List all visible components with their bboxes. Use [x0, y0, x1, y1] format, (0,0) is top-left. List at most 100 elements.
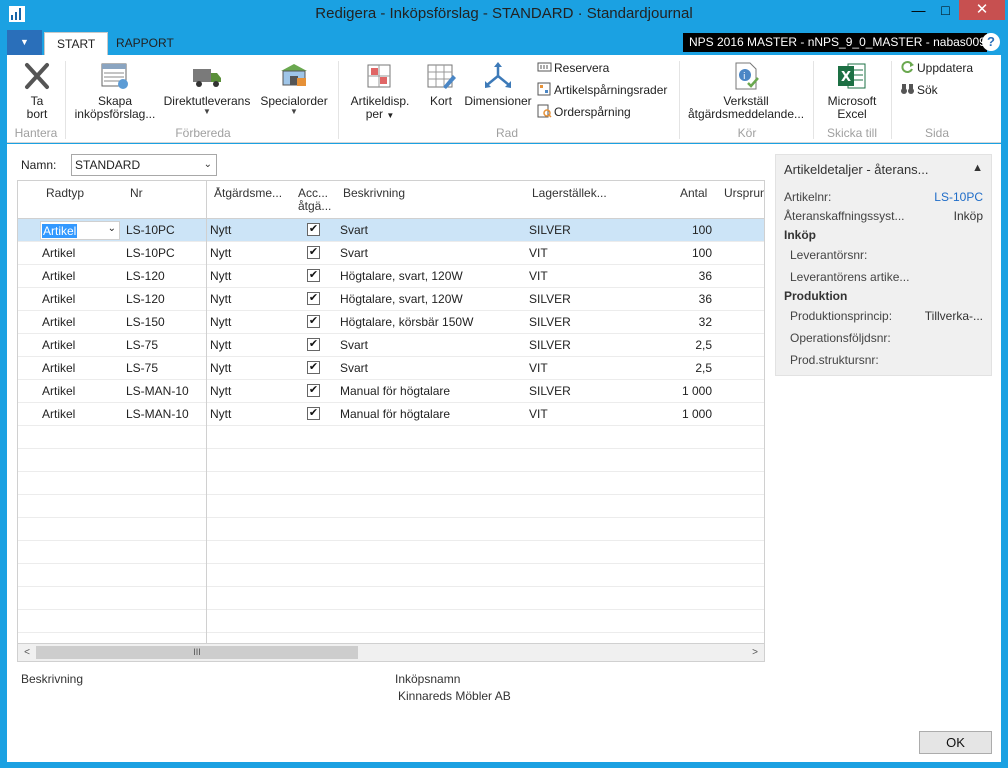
cell-antal[interactable]: 1 000	[658, 384, 712, 398]
cell-action-message[interactable]: Nytt	[210, 407, 231, 421]
cell-beskrivning[interactable]: Manual för högtalare	[340, 384, 450, 398]
cell-action-message[interactable]: Nytt	[210, 338, 231, 352]
accept-checkbox[interactable]: ✔	[307, 292, 320, 305]
cell-radtyp[interactable]: Artikel	[42, 269, 75, 283]
cell-antal[interactable]: 32	[658, 315, 712, 329]
cell-nr[interactable]: LS-120	[126, 292, 165, 306]
table-row[interactable]: Artikel LS-150 Nytt ✔ Högtalare, körsbär 150…	[18, 311, 764, 334]
cell-action-message[interactable]: Nytt	[210, 384, 231, 398]
tab-start[interactable]: START	[44, 32, 109, 55]
cell-action-message[interactable]: Nytt	[210, 292, 231, 306]
maximize-button[interactable]: □	[932, 0, 959, 20]
cell-location[interactable]: VIT	[529, 361, 548, 375]
column-header-location[interactable]: Lagerställek...	[532, 187, 607, 200]
cell-antal[interactable]: 2,5	[658, 361, 712, 375]
cell-action-message[interactable]: Nytt	[210, 246, 231, 260]
cell-radtyp[interactable]: Artikel	[42, 315, 75, 329]
minimize-button[interactable]: —	[905, 0, 932, 20]
line-type-select[interactable]: Artikel ⌄	[40, 221, 120, 240]
cell-location[interactable]: SILVER	[529, 292, 571, 306]
cell-location[interactable]: SILVER	[529, 384, 571, 398]
create-purchase-suggestion-button[interactable]: Skapa inköpsförslag...	[73, 61, 157, 121]
card-button[interactable]: Kort	[421, 61, 461, 108]
table-row[interactable]: Artikel LS-75 Nytt ✔ Svart SILVER 2,5	[18, 334, 764, 357]
cell-nr[interactable]: LS-10PC	[126, 246, 175, 260]
accept-checkbox[interactable]: ✔	[307, 361, 320, 374]
close-button[interactable]: ✕	[959, 0, 1005, 20]
cell-nr[interactable]: LS-75	[126, 361, 158, 375]
cell-antal[interactable]: 36	[658, 269, 712, 283]
cell-nr[interactable]: LS-75	[126, 338, 158, 352]
tab-rapport[interactable]: RAPPORT	[104, 32, 186, 55]
cell-beskrivning[interactable]: Svart	[340, 338, 368, 352]
item-no-link[interactable]: LS-10PC	[934, 190, 983, 204]
column-header-nr[interactable]: Nr	[130, 187, 143, 200]
cell-location[interactable]: VIT	[529, 269, 548, 283]
empty-table-row[interactable]	[18, 449, 764, 472]
cell-location[interactable]: SILVER	[529, 338, 571, 352]
item-tracking-lines-button[interactable]: Artikelspårningsrader	[537, 81, 667, 99]
cell-antal[interactable]: 36	[658, 292, 712, 306]
empty-table-row[interactable]	[18, 518, 764, 541]
empty-table-row[interactable]	[18, 541, 764, 564]
journal-name-select[interactable]: STANDARD ⌄	[71, 154, 217, 176]
find-button[interactable]: Sök	[900, 81, 938, 99]
table-row[interactable]: Artikel LS-MAN-10 Nytt ✔ Manual för högtalar…	[18, 380, 764, 403]
accept-checkbox[interactable]: ✔	[307, 223, 320, 236]
cell-action-message[interactable]: Nytt	[210, 315, 231, 329]
cell-radtyp[interactable]: Artikel	[42, 361, 75, 375]
file-menu-button[interactable]: ▼	[7, 30, 42, 55]
collapse-icon[interactable]: ▲	[972, 162, 983, 174]
cell-antal[interactable]: 100	[658, 246, 712, 260]
cell-beskrivning[interactable]: Svart	[340, 361, 368, 375]
table-row[interactable]: Artikel LS-120 Nytt ✔ Högtalare, svart, 120W…	[18, 265, 764, 288]
cell-location[interactable]: SILVER	[529, 223, 571, 237]
refresh-button[interactable]: Uppdatera	[900, 59, 973, 77]
empty-table-row[interactable]	[18, 610, 764, 633]
reserve-button[interactable]: Reservera	[537, 59, 609, 77]
accept-checkbox[interactable]: ✔	[307, 338, 320, 351]
carry-out-action-message-button[interactable]: i Verkställ åtgärdsmeddelande...	[687, 61, 805, 121]
empty-table-row[interactable]	[18, 426, 764, 449]
horizontal-scrollbar[interactable]: < III >	[18, 643, 764, 661]
empty-table-row[interactable]	[18, 564, 764, 587]
column-header-beskrivning[interactable]: Beskrivning	[343, 187, 405, 200]
column-header-accept[interactable]: Acc... åtgä...	[298, 187, 331, 213]
send-to-excel-button[interactable]: X Microsoft Excel	[821, 61, 883, 121]
item-availability-button[interactable]: Artikeldisp. per ▼	[347, 61, 413, 122]
table-row[interactable]: Artikel LS-120 Nytt ✔ Högtalare, svart, 120W…	[18, 288, 764, 311]
empty-table-row[interactable]	[18, 495, 764, 518]
special-order-button[interactable]: Specialorder ▼	[259, 61, 329, 116]
table-row[interactable]: Artikel LS-75 Nytt ✔ Svart VIT 2,5	[18, 357, 764, 380]
table-row[interactable]: Artikel ⌄ LS-10PC Nytt ✔ Svart SILVER 100	[18, 219, 764, 242]
cell-beskrivning[interactable]: Högtalare, svart, 120W	[340, 269, 463, 283]
cell-radtyp[interactable]: Artikel	[42, 338, 75, 352]
column-header-radtyp[interactable]: Radtyp	[46, 187, 84, 200]
scroll-left-arrow[interactable]: <	[19, 645, 35, 661]
cell-location[interactable]: VIT	[529, 407, 548, 421]
column-header-action-message[interactable]: Åtgärdsme...	[214, 187, 286, 200]
cell-action-message[interactable]: Nytt	[210, 269, 231, 283]
accept-checkbox[interactable]: ✔	[307, 315, 320, 328]
cell-nr[interactable]: LS-MAN-10	[126, 384, 189, 398]
table-row[interactable]: Artikel LS-MAN-10 Nytt ✔ Manual för högtalar…	[18, 403, 764, 426]
cell-antal[interactable]: 1 000	[658, 407, 712, 421]
cell-location[interactable]: VIT	[529, 246, 548, 260]
drop-shipment-button[interactable]: Direktutleverans ▼	[163, 61, 251, 116]
cell-radtyp[interactable]: Artikel	[42, 246, 75, 260]
scrollbar-thumb[interactable]: III	[36, 646, 358, 659]
accept-checkbox[interactable]: ✔	[307, 407, 320, 420]
cell-beskrivning[interactable]: Svart	[340, 246, 368, 260]
cell-action-message[interactable]: Nytt	[210, 223, 231, 237]
dimensions-button[interactable]: Dimensioner	[463, 61, 533, 108]
cell-beskrivning[interactable]: Högtalare, körsbär 150W	[340, 315, 473, 329]
accept-checkbox[interactable]: ✔	[307, 384, 320, 397]
cell-beskrivning[interactable]: Manual för högtalare	[340, 407, 450, 421]
cell-nr[interactable]: LS-MAN-10	[126, 407, 189, 421]
cell-antal[interactable]: 2,5	[658, 338, 712, 352]
empty-table-row[interactable]	[18, 472, 764, 495]
cell-beskrivning[interactable]: Svart	[340, 223, 368, 237]
scroll-right-arrow[interactable]: >	[747, 645, 763, 661]
cell-radtyp[interactable]: Artikel	[42, 407, 75, 421]
accept-checkbox[interactable]: ✔	[307, 269, 320, 282]
